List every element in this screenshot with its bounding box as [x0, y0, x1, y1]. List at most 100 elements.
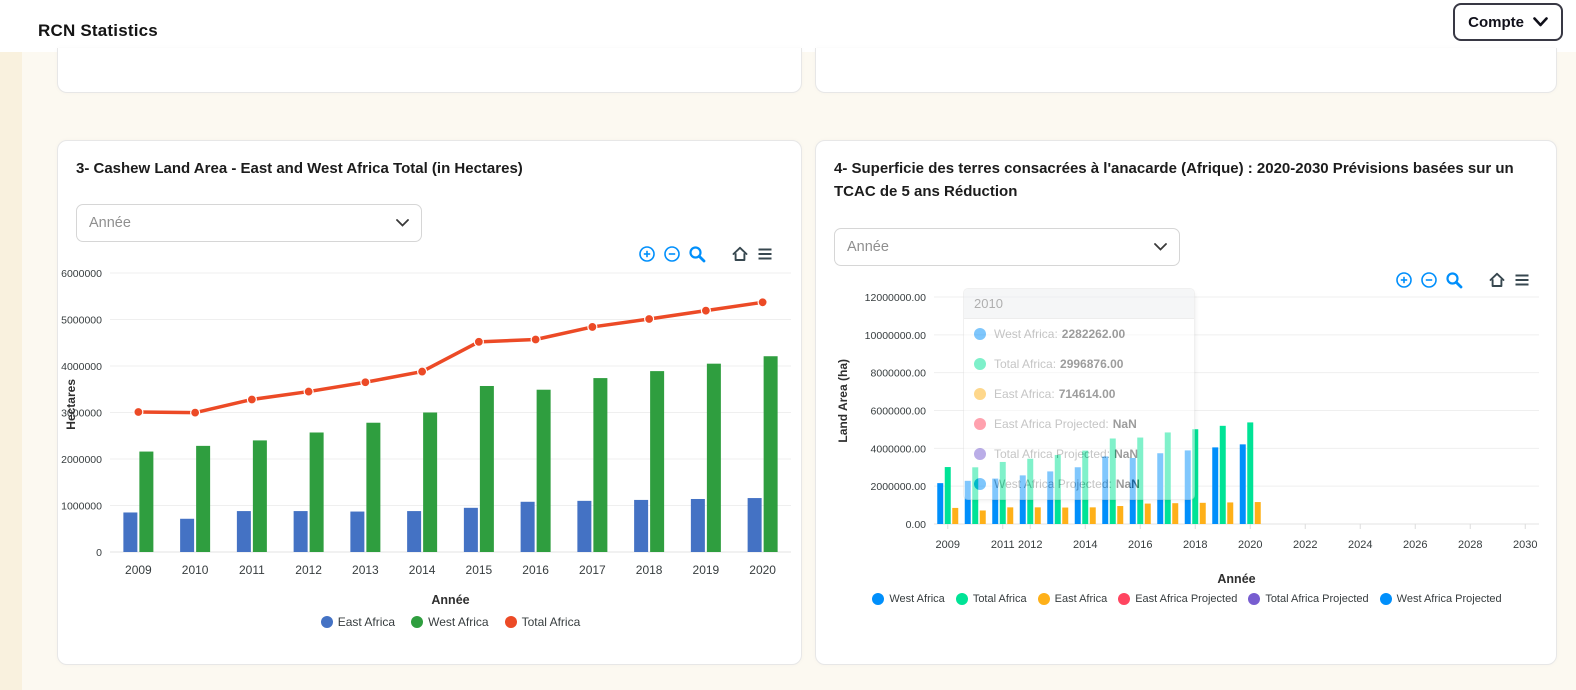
tooltip-row: East Africa: 714614.00 — [964, 379, 1194, 409]
page-title: RCN Statistics — [38, 21, 158, 41]
tooltip-row: Total Africa Projected: NaN — [964, 439, 1194, 469]
svg-text:8000000.00: 8000000.00 — [871, 368, 927, 380]
svg-text:0.00: 0.00 — [906, 519, 927, 531]
y-axis-title: Land Area (ha) — [836, 359, 850, 443]
legend-marker — [956, 593, 968, 605]
chart-toolbar — [638, 245, 774, 263]
legend-item-east-africa-projected[interactable]: East Africa Projected — [1118, 593, 1237, 605]
svg-text:2009: 2009 — [125, 563, 152, 577]
legend-marker — [1038, 593, 1050, 605]
chart-card-title: 3- Cashew Land Area - East and West Afri… — [76, 158, 783, 181]
legend-item-west-africa[interactable]: West Africa — [872, 593, 944, 605]
zoom-in-icon[interactable] — [638, 245, 656, 263]
home-reset-icon[interactable] — [1488, 271, 1506, 289]
svg-text:6000000: 6000000 — [61, 268, 102, 280]
page-left-margin — [0, 0, 22, 690]
legend-item-total-africa[interactable]: Total Africa — [505, 615, 581, 629]
zoom-in-icon[interactable] — [1395, 271, 1413, 289]
legend-item-total-africa[interactable]: Total Africa — [956, 593, 1027, 605]
selection-zoom-icon[interactable] — [688, 245, 706, 263]
legend-marker — [872, 593, 884, 605]
cashew-land-area-chart[interactable]: 0100000020000003000000400000050000006000… — [58, 259, 803, 589]
year-filter-select[interactable]: Année — [76, 204, 422, 242]
zoom-out-icon[interactable] — [1420, 271, 1438, 289]
legend-label: West Africa — [889, 593, 944, 605]
tooltip-series-label: Total Africa Projected: — [994, 447, 1110, 461]
tooltip-series-label: Total Africa: — [994, 357, 1056, 371]
tooltip-series-marker — [974, 388, 986, 400]
page-header: RCN Statistics — [0, 0, 1576, 52]
tooltip-series-value: 714614.00 — [1059, 387, 1116, 401]
x-axis-title: Année — [934, 572, 1539, 586]
tooltip-title: 2010 — [964, 289, 1194, 319]
menu-icon[interactable] — [756, 245, 774, 263]
rcn-statistics-page: RCN Statistics Compte 3- Cashew Land Are… — [0, 0, 1576, 690]
card-partial-top-left — [57, 48, 802, 93]
legend-item-west-africa[interactable]: West Africa — [411, 615, 488, 629]
chart-card-cashew-land-area: 3- Cashew Land Area - East and West Afri… — [57, 140, 802, 665]
tooltip-series-value: NaN — [1113, 417, 1137, 431]
svg-text:2017: 2017 — [579, 563, 606, 577]
chevron-down-icon — [1533, 17, 1548, 27]
legend-label: East Africa — [338, 615, 395, 629]
svg-text:2014: 2014 — [1073, 539, 1097, 551]
year-filter-select[interactable]: Année — [834, 228, 1180, 266]
svg-text:2000000.00: 2000000.00 — [871, 481, 927, 493]
legend-label: Total Africa — [522, 615, 581, 629]
chart-legend: East Africa West Africa Total Africa — [110, 615, 791, 629]
selection-zoom-icon[interactable] — [1445, 271, 1463, 289]
tooltip-series-marker — [974, 328, 986, 340]
chart-tooltip: 2010 West Africa: 2282262.00Total Africa… — [963, 288, 1195, 500]
svg-text:2000000: 2000000 — [61, 454, 102, 466]
home-reset-icon[interactable] — [731, 245, 749, 263]
legend-item-east-africa[interactable]: East Africa — [1038, 593, 1108, 605]
legend-item-east-africa[interactable]: East Africa — [321, 615, 395, 629]
y-axis-title: Hectares — [64, 379, 78, 430]
legend-marker — [321, 616, 333, 628]
svg-text:2022: 2022 — [1293, 539, 1317, 551]
svg-text:12000000.00: 12000000.00 — [865, 292, 926, 304]
svg-text:2009: 2009 — [936, 539, 960, 551]
chart-legend: West Africa Total Africa East Africa East A… — [824, 593, 1550, 605]
account-menu-button[interactable]: Compte — [1453, 3, 1563, 41]
svg-text:2016: 2016 — [1128, 539, 1152, 551]
svg-text:6000000.00: 6000000.00 — [871, 406, 927, 418]
legend-label: West Africa Projected — [1397, 593, 1502, 605]
legend-item-total-africa-projected[interactable]: Total Africa Projected — [1248, 593, 1368, 605]
tooltip-row: East Africa Projected: NaN — [964, 409, 1194, 439]
svg-text:2012: 2012 — [1018, 539, 1042, 551]
tooltip-series-value: 2282262.00 — [1062, 327, 1125, 341]
tooltip-row: Total Africa: 2996876.00 — [964, 349, 1194, 379]
svg-text:4000000: 4000000 — [61, 361, 102, 373]
menu-icon[interactable] — [1513, 271, 1531, 289]
tooltip-series-value: 2996876.00 — [1060, 357, 1123, 371]
x-axis-title: Année — [110, 593, 791, 607]
svg-text:2013: 2013 — [352, 563, 379, 577]
svg-text:2010: 2010 — [182, 563, 209, 577]
svg-text:2012: 2012 — [295, 563, 322, 577]
svg-text:5000000: 5000000 — [61, 315, 102, 327]
legend-marker — [1248, 593, 1260, 605]
svg-text:2018: 2018 — [1183, 539, 1207, 551]
tooltip-series-marker — [974, 478, 986, 490]
tooltip-series-label: East Africa: — [994, 387, 1055, 401]
legend-marker — [1380, 593, 1392, 605]
legend-label: East Africa Projected — [1135, 593, 1237, 605]
legend-label: Total Africa — [973, 593, 1027, 605]
year-filter: Année — [76, 204, 422, 242]
svg-text:10000000.00: 10000000.00 — [865, 330, 926, 342]
legend-label: West Africa — [428, 615, 488, 629]
tooltip-series-label: West Africa: — [994, 327, 1058, 341]
svg-text:2011: 2011 — [991, 539, 1015, 551]
zoom-out-icon[interactable] — [663, 245, 681, 263]
svg-text:2018: 2018 — [636, 563, 663, 577]
legend-marker — [1118, 593, 1130, 605]
legend-item-west-africa-projected[interactable]: West Africa Projected — [1380, 593, 1502, 605]
tooltip-row: West Africa: 2282262.00 — [964, 319, 1194, 349]
tooltip-series-marker — [974, 418, 986, 430]
legend-label: Total Africa Projected — [1265, 593, 1368, 605]
svg-text:2030: 2030 — [1513, 539, 1537, 551]
svg-text:2015: 2015 — [466, 563, 493, 577]
legend-marker — [411, 616, 423, 628]
account-button-label: Compte — [1468, 14, 1524, 31]
